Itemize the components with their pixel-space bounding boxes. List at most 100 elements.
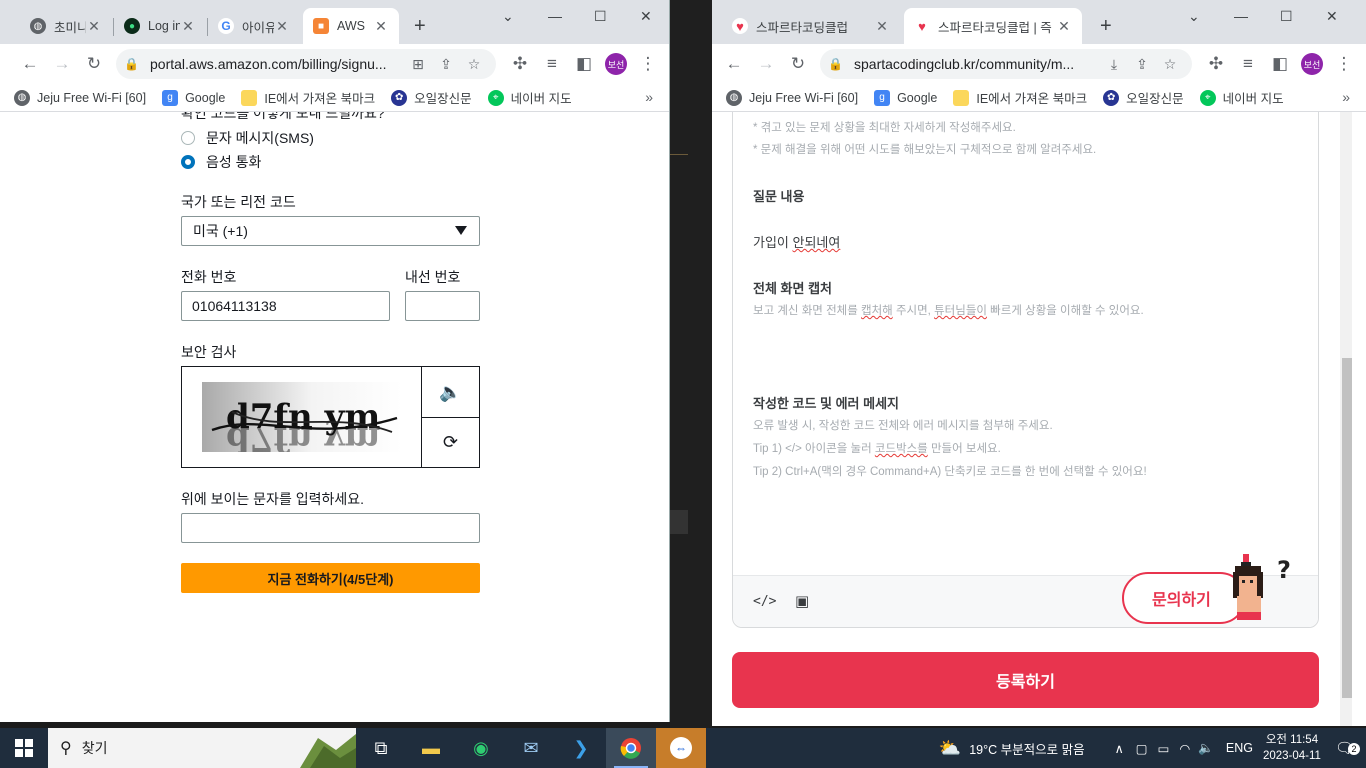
bookmark-star-icon[interactable]: ☆ [460,56,488,73]
call-now-button[interactable]: 지금 전화하기(4/5단계) [181,563,480,593]
new-tab-button[interactable]: + [1100,16,1112,36]
radio-button-selected[interactable] [181,155,195,169]
wifi-icon[interactable]: ◠ [1179,741,1190,756]
audio-captcha-button[interactable]: 🔈 [422,367,479,417]
profile-button[interactable]: 보선 [1298,50,1326,78]
tab-sparta-2[interactable]: ♥ 스파르타코딩클럽 | 즉 ✕ [904,8,1082,44]
radio-voice[interactable]: 음성 통화 [181,152,261,172]
chevron-more-icon[interactable]: » [1342,89,1350,105]
teamviewer-icon[interactable]: ⇔ [656,728,706,768]
tab-aws[interactable]: ■ AWS ✕ [303,8,399,44]
bookmark-jeju-wifi[interactable]: ◍ Jeju Free Wi-Fi [60] [726,89,858,106]
install-icon[interactable]: ⤓ [1100,56,1128,73]
forward-icon[interactable]: → [752,50,780,78]
close-window-button[interactable]: ✕ [1326,8,1338,25]
back-icon[interactable]: ← [720,50,748,78]
new-tab-button[interactable]: + [414,16,426,36]
scrollbar-thumb[interactable] [1342,358,1352,698]
bookmark-oil-market[interactable]: ✿ 오일장신문 [1103,88,1184,107]
refresh-captcha-button[interactable]: ⟳ [422,417,479,467]
question-editor[interactable]: * 겪고 있는 문제 상황을 최대한 자세하게 작성해주세요. * 문제 해결을… [732,112,1319,628]
phone-number-input[interactable]: 01064113138 [181,291,390,321]
meet-now-icon[interactable]: ▢ [1136,741,1148,756]
country-code-select[interactable]: 미국 (+1) [181,216,480,246]
menu-icon[interactable]: ⋮ [634,50,662,78]
image-icon[interactable]: ▣ [795,592,809,610]
battery-icon[interactable]: ▭ [1158,741,1170,756]
share-icon[interactable]: ⇪ [1128,56,1156,73]
reload-icon[interactable]: ↻ [80,50,108,78]
captcha-input[interactable] [181,513,480,543]
translate-icon[interactable]: ⊞ [404,56,432,73]
task-view-icon[interactable]: ⧉ [356,728,406,768]
bookmark-ie-folder[interactable]: IE에서 가져온 북마크 [241,88,375,107]
minimize-button[interactable]: — [1234,8,1248,24]
file-explorer-icon[interactable]: ▬ [406,728,456,768]
bookmark-star-icon[interactable]: ☆ [1156,56,1184,73]
minimize-button[interactable]: — [548,8,562,24]
bookmark-jeju-wifi[interactable]: ◍ Jeju Free Wi-Fi [60] [14,89,146,106]
extension-input[interactable] [405,291,480,321]
vscode-icon[interactable]: ❯ [556,728,606,768]
close-icon[interactable]: ✕ [180,18,196,35]
volume-icon[interactable]: 🔈 [1198,741,1214,756]
edge-icon[interactable]: ◉ [456,728,506,768]
close-icon[interactable]: ✕ [373,18,389,35]
mascot-character-icon[interactable]: ? [1233,554,1309,624]
start-button[interactable] [0,728,48,768]
radio-sms[interactable]: 문자 메시지(SMS) [181,128,314,148]
forward-icon[interactable]: → [48,50,76,78]
maximize-button[interactable]: ☐ [594,8,607,25]
windows-logo-icon [15,739,33,757]
bookmark-google[interactable]: g Google [162,89,225,106]
side-panel-icon[interactable]: ◧ [1266,50,1294,78]
weather-icon[interactable]: ⛅ [939,738,961,759]
radio-button[interactable] [181,131,195,145]
address-bar[interactable]: 🔒 portal.aws.amazon.com/billing/signu...… [116,49,496,79]
menu-icon[interactable]: ⋮ [1330,50,1358,78]
bookmark-naver-map[interactable]: ⌖ 네이버 지도 [1199,88,1284,107]
question-text[interactable]: 가입이 안되네여 [753,232,840,251]
close-icon[interactable]: ✕ [86,18,102,35]
bookmark-ie-folder[interactable]: IE에서 가져온 북마크 [953,88,1087,107]
weather-text[interactable]: 19°C 부분적으로 맑음 [969,739,1084,758]
media-icon[interactable]: ≡ [538,50,566,78]
media-icon[interactable]: ≡ [1234,50,1262,78]
input-language[interactable]: ENG [1226,741,1253,755]
share-icon[interactable]: ⇪ [432,56,460,73]
tab-search-icon[interactable]: ⌄ [1188,8,1200,25]
tab-sparta-1[interactable]: ♥ 스파르타코딩클럽 ✕ [722,8,900,44]
chrome-icon[interactable] [606,728,656,768]
bookmark-google[interactable]: g Google [874,89,937,106]
mail-icon[interactable]: ✉ [506,728,556,768]
code-block-icon[interactable]: </> [753,594,776,609]
reload-icon[interactable]: ↻ [784,50,812,78]
tab-chomini[interactable]: ◍ 초미니 ✕ [20,8,112,44]
clock[interactable]: 오전 11:54 2023-04-11 [1263,732,1321,764]
extensions-icon[interactable]: ✣ [506,50,534,78]
notifications-icon[interactable]: 🗨 2 [1335,739,1360,757]
address-bar[interactable]: 🔒 spartacodingclub.kr/community/m... ⤓ ⇪… [820,49,1192,79]
taskbar-search-box[interactable]: ⚲ 찾기 [48,728,356,768]
maximize-button[interactable]: ☐ [1280,8,1293,25]
back-icon[interactable]: ← [16,50,44,78]
vertical-scrollbar[interactable] [1340,112,1352,726]
tab-login[interactable]: ● Log in ✕ [114,8,206,44]
tray-chevron-icon[interactable]: ∧ [1115,741,1124,756]
close-icon[interactable]: ✕ [274,18,290,35]
bookmark-naver-map[interactable]: ⌖ 네이버 지도 [487,88,572,107]
close-icon[interactable]: ✕ [1056,18,1072,35]
register-button[interactable]: 등록하기 [732,652,1319,708]
teamviewer-logo-icon: ⇔ [670,737,692,759]
close-icon[interactable]: ✕ [874,18,890,35]
tab-iu[interactable]: G 아이유 ✕ [208,8,300,44]
bookmark-oil-market[interactable]: ✿ 오일장신문 [391,88,472,107]
extensions-icon[interactable]: ✣ [1202,50,1230,78]
capture-hint: 보고 계신 화면 전체를 캡처해 주시면, 튜터님들이 빠르게 상황을 이해할 … [753,305,1144,317]
chevron-more-icon[interactable]: » [645,89,653,105]
side-panel-icon[interactable]: ◧ [570,50,598,78]
tab-search-icon[interactable]: ⌄ [502,8,514,25]
inquiry-button[interactable]: 문의하기 [1122,572,1246,624]
profile-button[interactable]: 보선 [602,50,630,78]
close-window-button[interactable]: ✕ [640,8,652,25]
